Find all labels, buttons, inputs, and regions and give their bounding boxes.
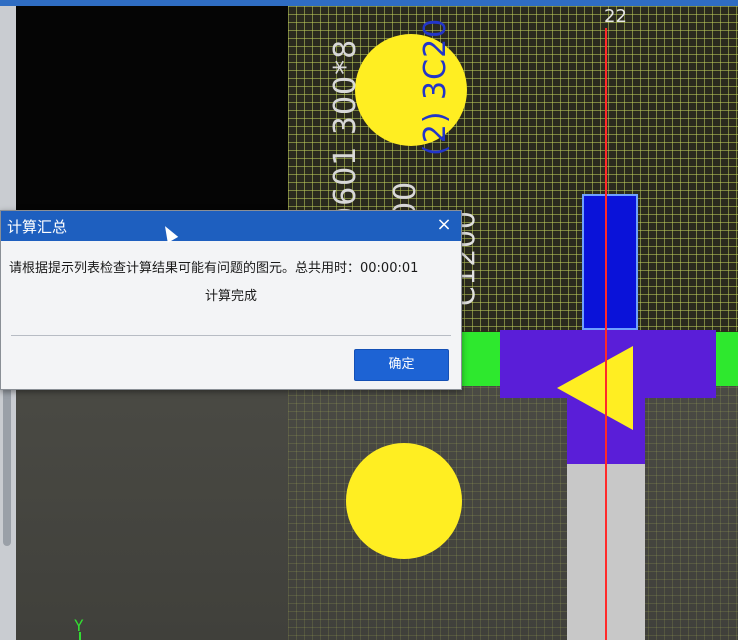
dialog-status-text: 计算完成: [204, 289, 257, 304]
left-panel-scrollbar[interactable]: [3, 366, 11, 546]
y-axis-line: [79, 632, 81, 640]
yellow-triangle-marker[interactable]: [557, 346, 633, 430]
dialog-message: 请根据提示列表检查计算结果可能有问题的图元。总共用时：00:00:01: [9, 261, 419, 276]
column-circle-bottom[interactable]: [346, 443, 462, 559]
drawing-annotation-text: (2) 3C20: [418, 17, 453, 156]
drawing-annotation-text: 0601 300*8: [328, 38, 363, 226]
dialog-divider: [11, 335, 451, 336]
calculation-summary-dialog: 计算汇总 × 请根据提示列表检查计算结果可能有问题的图元。总共用时：00:00:…: [0, 210, 462, 390]
column-blue[interactable]: [582, 194, 638, 330]
ok-button[interactable]: 确定: [354, 349, 449, 381]
dialog-title: 计算汇总: [7, 218, 68, 236]
close-icon[interactable]: ×: [433, 214, 455, 236]
dialog-titlebar[interactable]: 计算汇总 ×: [1, 211, 461, 241]
axis-line-red: [605, 28, 607, 640]
axis-grid-number: 22: [604, 6, 627, 27]
